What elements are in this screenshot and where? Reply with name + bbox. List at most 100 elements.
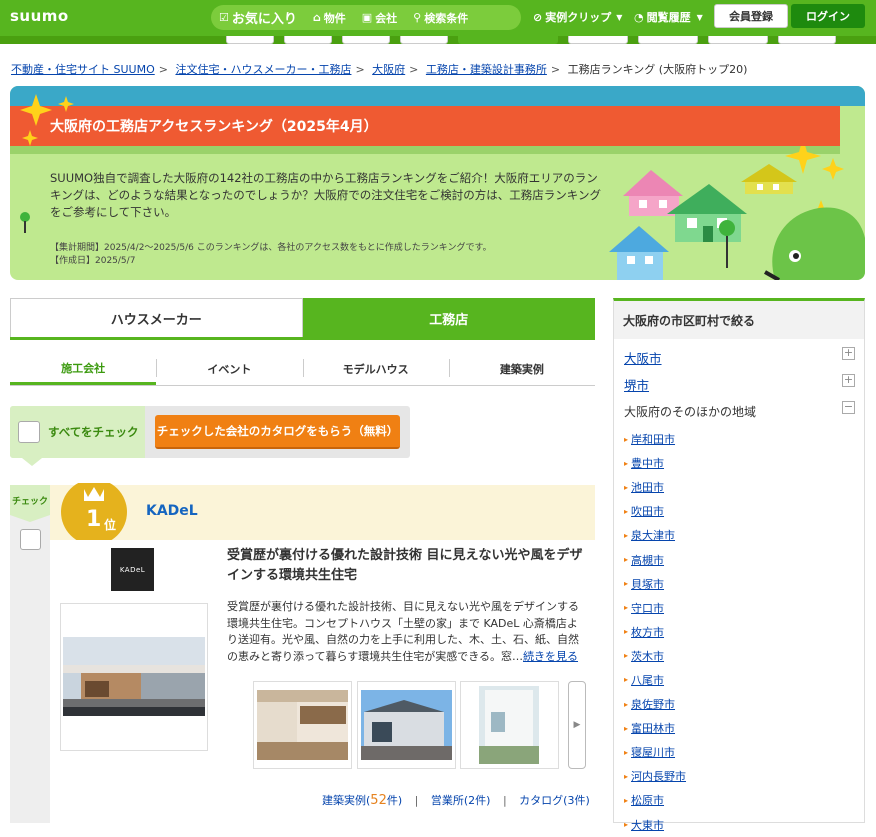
city-link[interactable]: 富田林市 [631, 720, 675, 736]
property-link[interactable]: ⌂ 物件 [305, 10, 354, 26]
check-all-label: すべてをチェック [48, 425, 139, 439]
breadcrumb-current: 工務店ランキング (大阪府トップ20) [567, 63, 748, 76]
sidebar-item-link[interactable]: 堺市 [624, 378, 649, 393]
breadcrumb-separator: > [158, 63, 168, 76]
clip-icon: ⊘ [533, 10, 543, 24]
house-photo[interactable] [63, 637, 205, 716]
thumbnails-next-button[interactable]: ▶ [568, 681, 586, 769]
sidebar-item-sakai-city: 堺市 [624, 375, 649, 394]
check-all-checkbox[interactable] [18, 421, 40, 443]
search-conditions-link[interactable]: ⚲ 検索条件 [405, 10, 476, 26]
breadcrumb-link[interactable]: 不動産・住宅サイト SUUMO [11, 63, 155, 76]
company-link[interactable]: ▣ 会社 [354, 10, 405, 26]
tab-house-maker[interactable]: ハウスメーカー [10, 298, 303, 337]
catalog-link[interactable]: カタログ(3件) [519, 794, 590, 807]
tab-stub[interactable] [568, 36, 628, 44]
city-link[interactable]: 吹田市 [631, 503, 664, 519]
bullet-icon: ▸ [624, 771, 629, 781]
company-description: 受賞歴が裏付ける優れた設計技術、目に見えない光や風をデザインする環境共生住宅。コ… [227, 600, 579, 663]
bullet-icon: ▸ [624, 675, 629, 685]
tab-events[interactable]: イベント [156, 353, 302, 385]
bullet-icon: ▸ [624, 627, 629, 637]
rank-suffix: 位 [104, 518, 117, 532]
city-list: ▸ 岸和田市 ▸ 豊中市 ▸ 池田市 ▸ 吹田市 ▸ 泉大津市 ▸ 高槻市 ▸ 貝塚市 ▸ 守口市 ▸ 枚方市 ▸ 茨… [624, 427, 686, 837]
tab-stub[interactable] [708, 36, 768, 44]
city-link[interactable]: 高槻市 [631, 552, 664, 568]
hero-description: SUUMO独自で調査した大阪府の142社の工務店の中から工務店ランキングをご紹介… [50, 171, 601, 219]
city-list-item: ▸ 茨木市 [624, 644, 686, 668]
example-thumbnail[interactable] [253, 681, 352, 769]
city-link[interactable]: 豊中市 [631, 455, 664, 471]
city-link[interactable]: 泉大津市 [631, 527, 675, 543]
sidebar-title: 大阪府の市区町村で絞る [614, 301, 864, 339]
city-link[interactable]: 大東市 [631, 817, 664, 833]
city-link[interactable]: 松原市 [631, 792, 664, 808]
request-catalog-button[interactable]: チェックした会社のカタログをもらう（無料） [155, 415, 400, 449]
bullet-icon: ▸ [624, 482, 629, 492]
login-button[interactable]: ログイン [791, 4, 865, 28]
examples-link[interactable]: 建築実例(52件) [322, 793, 402, 808]
example-thumbnail[interactable] [357, 681, 456, 769]
bullet-icon: ▸ [624, 555, 629, 565]
city-list-item: ▸ 豊中市 [624, 451, 686, 475]
building-icon: ▣ [361, 11, 373, 24]
main-nav: ☑ お気に入り ⌂ 物件 ▣ 会社 ⚲ 検索条件 [211, 5, 521, 30]
tab-examples[interactable]: 建築実例 [448, 353, 595, 385]
breadcrumb-separator: > [409, 63, 419, 76]
favorites-link[interactable]: ☑ お気に入り [211, 8, 305, 27]
breadcrumb-link[interactable]: 工務店・建築設計事務所 [426, 63, 547, 76]
bullet-icon: ▸ [624, 434, 629, 444]
city-link[interactable]: 池田市 [631, 479, 664, 495]
city-list-item: ▸ 岸和田市 [624, 427, 686, 451]
bullet-icon: ▸ [624, 747, 629, 757]
tab-builders[interactable]: 施工会社 [10, 353, 157, 385]
member-register-button[interactable]: 会員登録 [714, 4, 788, 28]
city-link[interactable]: 貝塚市 [631, 576, 664, 592]
collapse-icon[interactable]: − [842, 401, 855, 414]
city-list-item: ▸ 泉佐野市 [624, 692, 686, 716]
site-header: suumo ☑ お気に入り ⌂ 物件 ▣ 会社 ⚲ 検索条件 ⊘ 実例クリップ … [0, 0, 876, 36]
tab-stub[interactable] [778, 36, 836, 44]
company-name-link[interactable]: KADeL [146, 503, 198, 519]
tab-stub[interactable] [400, 36, 448, 44]
exterior-photo [361, 690, 452, 760]
city-link[interactable]: 守口市 [631, 600, 664, 616]
company-logo[interactable]: KADeL [111, 548, 154, 591]
tab-stub[interactable] [342, 36, 390, 44]
history-link[interactable]: ◔ 閲覧履歴 ▼ [634, 9, 703, 25]
area-filter-sidebar: 大阪府の市区町村で絞る 大阪市 + 堺市 + 大阪府のそのほかの地域 − ▸ 岸和… [613, 298, 865, 832]
offices-link[interactable]: 営業所(2件) [431, 794, 491, 807]
tab-stub[interactable] [638, 36, 698, 44]
checkbox-icon: ☑ [219, 11, 229, 24]
tab-builder[interactable]: 工務店 [302, 298, 595, 337]
company-checkbox[interactable] [20, 529, 41, 550]
breadcrumb-link[interactable]: 注文住宅・ハウスメーカー・工務店 [175, 63, 351, 76]
example-thumbnail[interactable] [460, 681, 559, 769]
city-link[interactable]: 河内長野市 [631, 768, 686, 784]
sidebar-item-link[interactable]: 大阪市 [624, 351, 662, 366]
bullet-icon: ▸ [624, 651, 629, 661]
example-clip-link[interactable]: ⊘ 実例クリップ ▼ [533, 9, 622, 25]
city-link[interactable]: 八尾市 [631, 672, 664, 688]
breadcrumb-link[interactable]: 大阪府 [372, 63, 405, 76]
tab-stub[interactable] [226, 36, 274, 44]
city-list-item: ▸ 大東市 [624, 813, 686, 837]
city-link[interactable]: 枚方市 [631, 624, 664, 640]
read-more-link[interactable]: 続きを見る [523, 650, 578, 663]
check-label-pointer [10, 515, 50, 522]
expand-icon[interactable]: + [842, 347, 855, 360]
city-link[interactable]: 岸和田市 [631, 431, 675, 447]
city-link[interactable]: 泉佐野市 [631, 696, 675, 712]
tab-model-house[interactable]: モデルハウス [302, 353, 449, 385]
content-sub-tabs: 施工会社 イベント モデルハウス 建築実例 [10, 353, 595, 386]
city-link[interactable]: 寝屋川市 [631, 744, 675, 760]
suumo-logo[interactable]: suumo [10, 7, 69, 25]
rank-number: 1 [86, 507, 102, 532]
expand-icon[interactable]: + [842, 374, 855, 387]
tab-stub-active[interactable] [458, 36, 558, 44]
city-link[interactable]: 茨木市 [631, 648, 664, 664]
tab-stub[interactable] [284, 36, 332, 44]
check-all-control[interactable]: すべてをチェック [10, 406, 145, 458]
link-separator: | [502, 794, 507, 807]
clock-icon: ◔ [634, 10, 644, 24]
